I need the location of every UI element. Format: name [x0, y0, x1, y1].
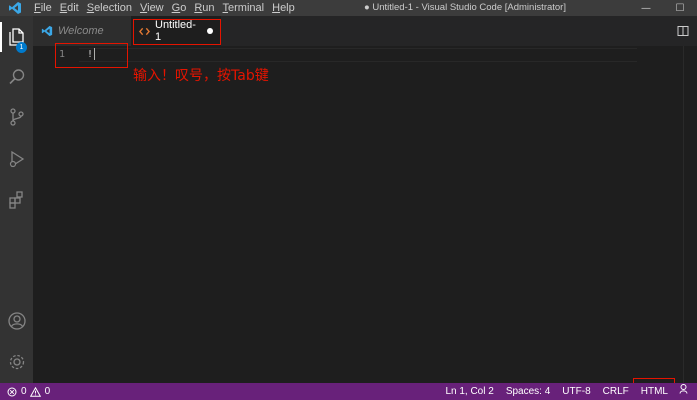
extensions-icon[interactable] — [0, 185, 33, 215]
menu-label: elp — [280, 2, 295, 14]
indentation[interactable]: Spaces: 4 — [500, 383, 556, 400]
window-title: ● Untitled-1 - Visual Studio Code [Admin… — [364, 2, 566, 13]
maximize-button[interactable]: ☐ — [663, 0, 697, 16]
menu-item-file[interactable]: File — [30, 0, 56, 16]
menu-label: ile — [40, 2, 52, 14]
annotation-text: 输入！叹号，按Tab键 — [133, 68, 269, 84]
feedback-icon[interactable] — [674, 383, 697, 400]
current-line-highlight — [79, 48, 637, 62]
editor-area[interactable]: 1 ! 输入！叹号，按Tab键 — [33, 46, 697, 383]
cursor-position[interactable]: Ln 1, Col 2 — [439, 383, 499, 400]
language-mode[interactable]: HTML — [635, 383, 674, 400]
menu-item-view[interactable]: View — [136, 0, 168, 16]
menu-item-run[interactable]: Run — [190, 0, 218, 16]
search-icon[interactable] — [0, 62, 33, 92]
title-bar: File Edit Selection View Go Run Terminal Help ●… — [0, 0, 697, 16]
menu-bar: File Edit Selection View Go Run Terminal Help — [30, 0, 299, 16]
run-debug-icon[interactable] — [0, 144, 33, 174]
window-controls: — ☐ — [629, 0, 697, 16]
menu-label: dit — [67, 2, 79, 14]
encoding[interactable]: UTF-8 — [556, 383, 596, 400]
tab-label: Welcome — [58, 25, 104, 37]
code-text: ! — [87, 49, 94, 60]
status-bar: 0 0 Ln 1, Col 2 Spaces: 4 UTF-8 CRLF HTM… — [0, 383, 697, 400]
tab-untitled-1[interactable]: Untitled-1 — [131, 16, 221, 46]
menu-label: election — [94, 2, 132, 14]
menu-accel: F — [34, 2, 41, 14]
unsaved-dot-icon[interactable] — [207, 28, 213, 34]
error-icon — [6, 386, 18, 398]
menu-accel: H — [272, 2, 281, 14]
vscode-logo-icon[interactable] — [0, 0, 30, 16]
warning-count: 0 — [44, 386, 51, 397]
activity-bar: 1 — [0, 16, 33, 383]
source-control-icon[interactable] — [0, 102, 33, 132]
menu-label: erminal — [228, 2, 265, 14]
minimize-button[interactable]: — — [629, 0, 663, 16]
menu-item-terminal[interactable]: Terminal — [219, 0, 269, 16]
problems-indicator[interactable]: 0 0 — [6, 383, 50, 400]
vscode-logo-icon — [41, 25, 53, 37]
settings-gear-icon[interactable] — [0, 347, 33, 377]
menu-item-selection[interactable]: Selection — [83, 0, 136, 16]
explorer-badge: 1 — [16, 42, 27, 53]
menu-accel: E — [59, 2, 68, 14]
tab-bar: Welcome Untitled-1 — [33, 16, 697, 46]
vertical-scrollbar[interactable] — [683, 46, 697, 383]
error-count: 0 — [21, 386, 27, 397]
text-cursor — [94, 48, 96, 60]
menu-item-help[interactable]: Help — [268, 0, 299, 16]
menu-accel: G — [171, 2, 181, 14]
menu-accel: S — [86, 2, 95, 14]
line-number: 1 — [59, 49, 66, 60]
html-file-icon — [139, 26, 150, 37]
menu-label: iew — [147, 2, 164, 14]
explorer-icon[interactable]: 1 — [0, 22, 33, 53]
code-line[interactable]: ! — [87, 48, 96, 62]
split-editor-icon[interactable] — [677, 25, 689, 37]
tab-label: Untitled-1 — [155, 19, 196, 43]
tab-welcome[interactable]: Welcome — [33, 16, 131, 46]
menu-label: un — [202, 2, 215, 14]
menu-item-edit[interactable]: Edit — [56, 0, 83, 16]
menu-label: o — [180, 2, 187, 14]
menu-item-go[interactable]: Go — [168, 0, 191, 16]
account-icon[interactable] — [0, 306, 33, 336]
status-right: Ln 1, Col 2 Spaces: 4 UTF-8 CRLF HTML — [439, 383, 697, 400]
warning-icon — [30, 386, 42, 398]
end-of-line[interactable]: CRLF — [597, 383, 635, 400]
